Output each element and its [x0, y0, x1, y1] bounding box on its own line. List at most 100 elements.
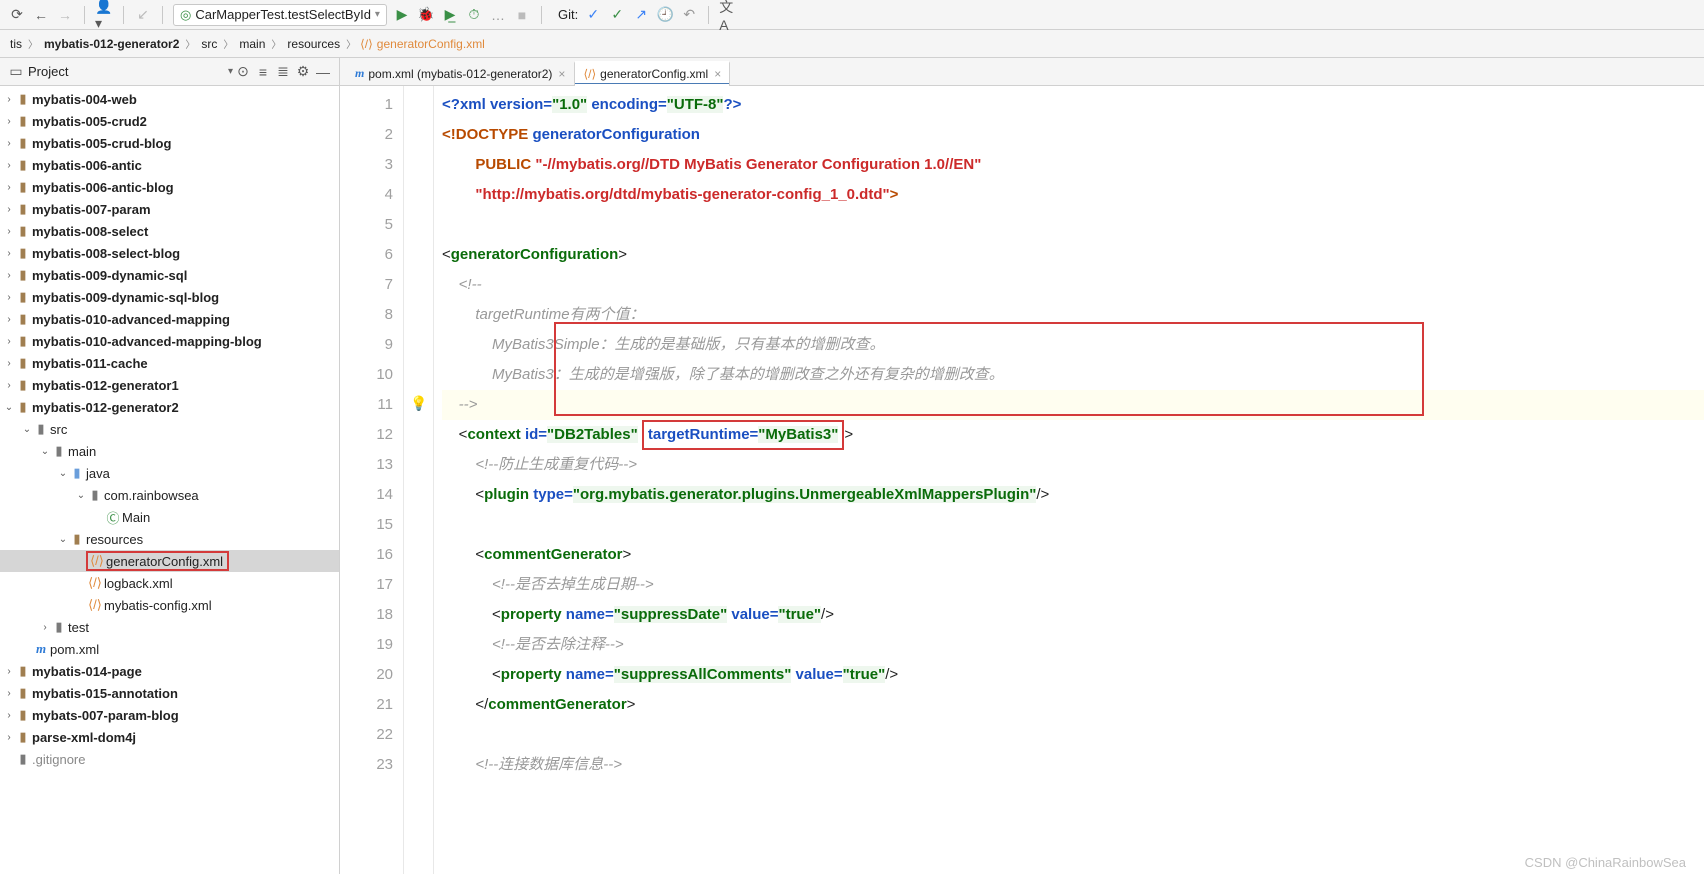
- git-commit-icon[interactable]: ✓: [608, 6, 626, 24]
- minimize-icon[interactable]: ▭: [6, 63, 26, 80]
- tree-item[interactable]: ▮mybats-007-param-blog: [0, 704, 339, 726]
- tree-item[interactable]: ⟨/⟩generatorConfig.xml: [0, 550, 339, 572]
- editor-tab[interactable]: ⟨/⟩ generatorConfig.xml ×: [574, 61, 730, 85]
- tree-chevron-icon[interactable]: [4, 688, 14, 699]
- stop-run-icon[interactable]: ■: [513, 6, 531, 24]
- crumb-file[interactable]: generatorConfig.xml: [377, 37, 485, 51]
- tree-item[interactable]: ⒸMain: [0, 506, 339, 528]
- tree-item[interactable]: ▮parse-xml-dom4j: [0, 726, 339, 748]
- debug-icon[interactable]: 🐞: [417, 6, 435, 24]
- tree-chevron-icon[interactable]: [76, 490, 86, 501]
- tree-chevron-icon[interactable]: [58, 468, 68, 479]
- tree-item[interactable]: mpom.xml: [0, 638, 339, 660]
- git-history-icon[interactable]: 🕘: [656, 6, 674, 24]
- tree-item[interactable]: ▮com.rainbowsea: [0, 484, 339, 506]
- attach-icon[interactable]: …: [489, 6, 507, 24]
- tree-chevron-icon[interactable]: [4, 732, 14, 743]
- coverage-icon[interactable]: ▶̲: [441, 6, 459, 24]
- tree-chevron-icon[interactable]: [4, 226, 14, 237]
- tree-item[interactable]: ▮mybatis-008-select: [0, 220, 339, 242]
- tree-item[interactable]: ▮mybatis-014-page: [0, 660, 339, 682]
- tree-item[interactable]: ▮resources: [0, 528, 339, 550]
- close-icon[interactable]: ×: [558, 67, 565, 81]
- tree-chevron-icon[interactable]: [4, 292, 14, 303]
- tree-chevron-icon[interactable]: [40, 446, 50, 457]
- tree-item[interactable]: ⟨/⟩mybatis-config.xml: [0, 594, 339, 616]
- profile-icon[interactable]: ⏱: [465, 6, 483, 24]
- git-rollback-icon[interactable]: ↶: [680, 6, 698, 24]
- tree-chevron-icon[interactable]: [4, 402, 14, 413]
- tree-item[interactable]: ▮mybatis-009-dynamic-sql-blog: [0, 286, 339, 308]
- close-icon[interactable]: ×: [714, 67, 721, 81]
- tree-item-label: parse-xml-dom4j: [32, 730, 136, 745]
- tree-item[interactable]: ▮mybatis-008-select-blog: [0, 242, 339, 264]
- tree-chevron-icon[interactable]: [4, 270, 14, 281]
- select-opened-icon[interactable]: ⊙: [233, 63, 253, 80]
- tree-item[interactable]: ▮mybatis-009-dynamic-sql: [0, 264, 339, 286]
- tree-item[interactable]: ⟨/⟩logback.xml: [0, 572, 339, 594]
- chevron-down-icon: ▾: [375, 9, 380, 20]
- tree-chevron-icon[interactable]: [4, 710, 14, 721]
- tree-item[interactable]: ▮mybatis-011-cache: [0, 352, 339, 374]
- crumb[interactable]: tis: [8, 37, 24, 51]
- tree-chevron-icon[interactable]: [4, 204, 14, 215]
- collapse-all-icon[interactable]: ≣: [273, 63, 293, 80]
- tree-chevron-icon[interactable]: [4, 380, 14, 391]
- project-tree[interactable]: ▮mybatis-004-web▮mybatis-005-crud2▮mybat…: [0, 86, 339, 874]
- git-push-icon[interactable]: ↗: [632, 6, 650, 24]
- tree-chevron-icon[interactable]: [40, 622, 50, 633]
- tree-item[interactable]: ▮mybatis-015-annotation: [0, 682, 339, 704]
- tree-chevron-icon[interactable]: [4, 248, 14, 259]
- tree-item[interactable]: ▮mybatis-012-generator1: [0, 374, 339, 396]
- tree-chevron-icon[interactable]: [4, 160, 14, 171]
- tree-item[interactable]: ▮main: [0, 440, 339, 462]
- project-title[interactable]: Project: [28, 64, 68, 79]
- tree-chevron-icon[interactable]: [4, 116, 14, 127]
- tree-chevron-icon[interactable]: [4, 94, 14, 105]
- folder-icon: ▮: [68, 531, 86, 547]
- expand-all-icon[interactable]: ≡: [253, 64, 273, 80]
- tree-item[interactable]: ▮mybatis-012-generator2: [0, 396, 339, 418]
- tree-chevron-icon[interactable]: [4, 358, 14, 369]
- tree-chevron-icon[interactable]: [58, 534, 68, 545]
- tree-chevron-icon[interactable]: [4, 336, 14, 347]
- tree-item[interactable]: ▮mybatis-006-antic: [0, 154, 339, 176]
- code-content[interactable]: <?xml version="1.0" encoding="UTF-8"?><!…: [434, 86, 1704, 874]
- tree-item[interactable]: ▮java: [0, 462, 339, 484]
- tree-item[interactable]: ▮mybatis-005-crud-blog: [0, 132, 339, 154]
- code-editor[interactable]: 1234567891011121314151617181920212223 💡 …: [340, 86, 1704, 874]
- run-icon[interactable]: ▶: [393, 6, 411, 24]
- tree-item[interactable]: ▮test: [0, 616, 339, 638]
- folder-dark-icon: ▮: [32, 421, 50, 437]
- user-icon[interactable]: 👤▾: [95, 6, 113, 24]
- crumb[interactable]: resources: [285, 37, 342, 51]
- tree-chevron-icon[interactable]: [4, 182, 14, 193]
- hide-icon[interactable]: —: [313, 64, 333, 80]
- tree-item[interactable]: ▮mybatis-006-antic-blog: [0, 176, 339, 198]
- crumb[interactable]: main: [237, 37, 267, 51]
- tree-chevron-icon[interactable]: [4, 666, 14, 677]
- crumb[interactable]: mybatis-012-generator2: [42, 37, 181, 51]
- editor-tab[interactable]: m pom.xml (mybatis-012-generator2) ×: [346, 61, 574, 85]
- tree-item[interactable]: ▮mybatis-007-param: [0, 198, 339, 220]
- intention-bulb-icon[interactable]: 💡: [410, 395, 427, 412]
- git-update-icon[interactable]: ✓: [584, 6, 602, 24]
- forward-icon[interactable]: →: [56, 6, 74, 24]
- tree-item[interactable]: ▮mybatis-004-web: [0, 88, 339, 110]
- tree-chevron-icon[interactable]: [4, 138, 14, 149]
- settings-icon[interactable]: ⚙: [293, 63, 313, 80]
- stop-icon[interactable]: ↙: [134, 6, 152, 24]
- tree-item[interactable]: ▮mybatis-010-advanced-mapping: [0, 308, 339, 330]
- tree-chevron-icon[interactable]: [4, 314, 14, 325]
- tree-item[interactable]: ▮mybatis-010-advanced-mapping-blog: [0, 330, 339, 352]
- tree-item[interactable]: ▮mybatis-005-crud2: [0, 110, 339, 132]
- run-config-selector[interactable]: ◎ CarMapperTest.testSelectById ▾: [173, 4, 387, 26]
- tree-chevron-icon[interactable]: [22, 424, 32, 435]
- back-icon[interactable]: ←: [32, 6, 50, 24]
- tree-item[interactable]: ▮.gitignore: [0, 748, 339, 770]
- translate-icon[interactable]: 文A: [719, 6, 737, 24]
- sync-icon[interactable]: ⟳: [8, 6, 26, 24]
- tree-item[interactable]: ▮src: [0, 418, 339, 440]
- folder-dark-icon: ▮: [14, 751, 32, 767]
- crumb[interactable]: src: [199, 37, 219, 51]
